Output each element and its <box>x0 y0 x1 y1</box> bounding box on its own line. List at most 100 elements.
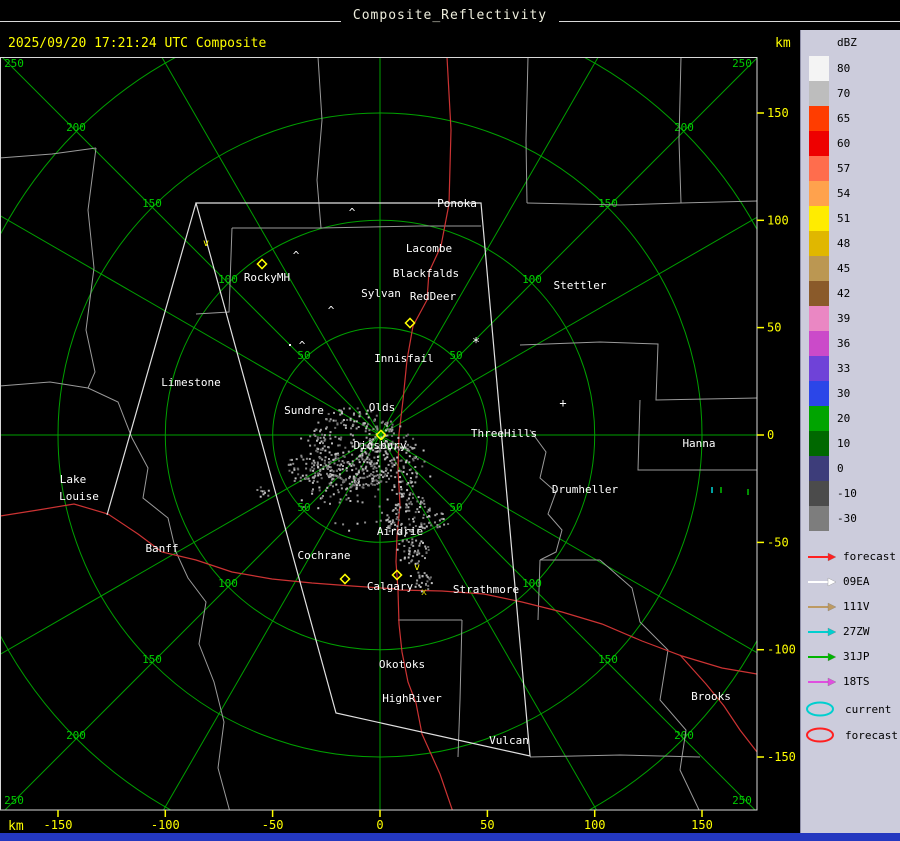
legend-arrow-label: 09EA <box>843 575 870 588</box>
city-label: Okotoks <box>379 658 425 671</box>
axis-tick-label: 150 <box>767 106 789 120</box>
radar-echo <box>337 457 340 460</box>
radar-echo <box>406 444 409 447</box>
colorbar-row: 45 <box>809 256 857 281</box>
radar-echo <box>345 467 348 470</box>
radar-echo <box>356 500 359 503</box>
radar-echo <box>421 501 424 504</box>
radar-echo <box>416 472 418 475</box>
radar-echo <box>413 456 416 459</box>
radar-echo <box>365 457 368 460</box>
radar-echo <box>377 459 380 462</box>
radar-echo <box>436 524 439 526</box>
radar-echo <box>365 452 368 455</box>
radar-echo <box>400 488 403 491</box>
radar-application-window: Composite_Reflectivity 50 100 150 200 250 50 1… <box>0 0 900 841</box>
radar-echo <box>384 473 387 476</box>
colorbar-value: 33 <box>837 362 851 375</box>
radar-echo <box>358 415 361 418</box>
radar-echo <box>413 447 416 450</box>
ring-distance-label: 50 <box>449 501 462 514</box>
radar-echo <box>370 464 373 467</box>
radar-echo <box>361 486 364 489</box>
radar-echo <box>358 484 361 487</box>
colorbar-swatch <box>809 331 829 356</box>
radar-echo <box>355 467 358 470</box>
radar-echo <box>368 458 371 461</box>
radar-echo <box>429 576 432 579</box>
radar-echo <box>372 463 375 466</box>
ring-distance-label: 100 <box>522 273 542 286</box>
radar-echo <box>422 516 425 519</box>
radar-echo <box>346 419 349 421</box>
radar-echo <box>391 462 394 465</box>
colorbar-row: 51 <box>809 206 857 231</box>
city-label: Vulcan <box>489 734 529 747</box>
radar-echo <box>345 498 348 501</box>
radar-echo <box>375 479 378 482</box>
radar-echo <box>338 437 341 440</box>
radar-echo <box>378 505 381 508</box>
radar-echo <box>355 427 358 430</box>
radar-echo <box>259 495 262 498</box>
colorbar-row: 20 <box>809 406 857 431</box>
radar-echo <box>399 470 402 473</box>
ring-distance-label: 200 <box>66 121 86 134</box>
radar-echo <box>321 496 324 499</box>
radar-echo <box>408 455 411 458</box>
radar-echo <box>396 548 399 551</box>
taskbar[interactable] <box>0 833 900 841</box>
radar-echo <box>340 487 343 490</box>
radar-echo <box>361 468 364 471</box>
radar-echo <box>376 462 378 465</box>
radar-echo <box>297 468 300 471</box>
radar-echo <box>425 547 427 550</box>
radar-echo <box>415 539 418 542</box>
city-label: RockyMH <box>244 271 290 284</box>
radar-echo <box>329 431 332 434</box>
radar-echo <box>355 484 358 487</box>
colorbar-row: -30 <box>809 506 857 531</box>
radar-echo <box>311 481 314 484</box>
radar-echo <box>376 482 379 485</box>
legend-panel: dBZ 80 70 65 60 57 54 51 48 45 42 39 36 33 30 20 10 0 -10… <box>800 30 900 833</box>
city-label: Sylvan <box>361 287 401 300</box>
radar-echo <box>367 423 369 426</box>
radar-echo <box>380 421 383 424</box>
radar-echo <box>329 469 332 472</box>
radar-echo <box>325 418 328 421</box>
colorbar-swatch <box>809 181 829 206</box>
title-rule-right <box>559 20 900 22</box>
colorbar-value: 36 <box>837 337 851 350</box>
ring-distance-label: 150 <box>598 197 618 210</box>
county-boundary <box>529 754 701 758</box>
radar-echo <box>377 476 380 479</box>
radar-echo <box>344 446 347 449</box>
radar-echo <box>332 485 334 488</box>
radar-echo <box>424 545 427 548</box>
radar-echo <box>311 462 314 465</box>
radar-map-canvas[interactable]: 50 100 150 200 250 50 100 150 200 250 50 100 150 200 2… <box>0 0 800 841</box>
radar-echo <box>318 489 321 492</box>
legend-arrow-row: 18TS <box>807 669 896 694</box>
radar-echo <box>308 479 311 482</box>
city-label: Ponoka <box>437 197 477 210</box>
radar-echo <box>376 425 379 428</box>
radar-echo <box>393 485 396 488</box>
radar-echo <box>415 475 418 478</box>
radar-echo <box>435 513 438 516</box>
radar-echo <box>328 420 331 423</box>
radar-echo <box>342 451 345 454</box>
marker-diamond <box>339 573 351 585</box>
radar-echo <box>337 444 340 447</box>
radar-echo <box>361 452 364 455</box>
radar-echo <box>309 435 312 438</box>
radar-echo <box>345 488 348 491</box>
radar-echo <box>397 511 400 514</box>
colorbar-row: 36 <box>809 331 857 356</box>
radar-echo <box>376 474 379 477</box>
radar-echo <box>329 495 332 498</box>
radar-echo <box>401 540 404 543</box>
marker-caret: ^ <box>349 206 356 219</box>
radar-echo <box>259 486 262 489</box>
